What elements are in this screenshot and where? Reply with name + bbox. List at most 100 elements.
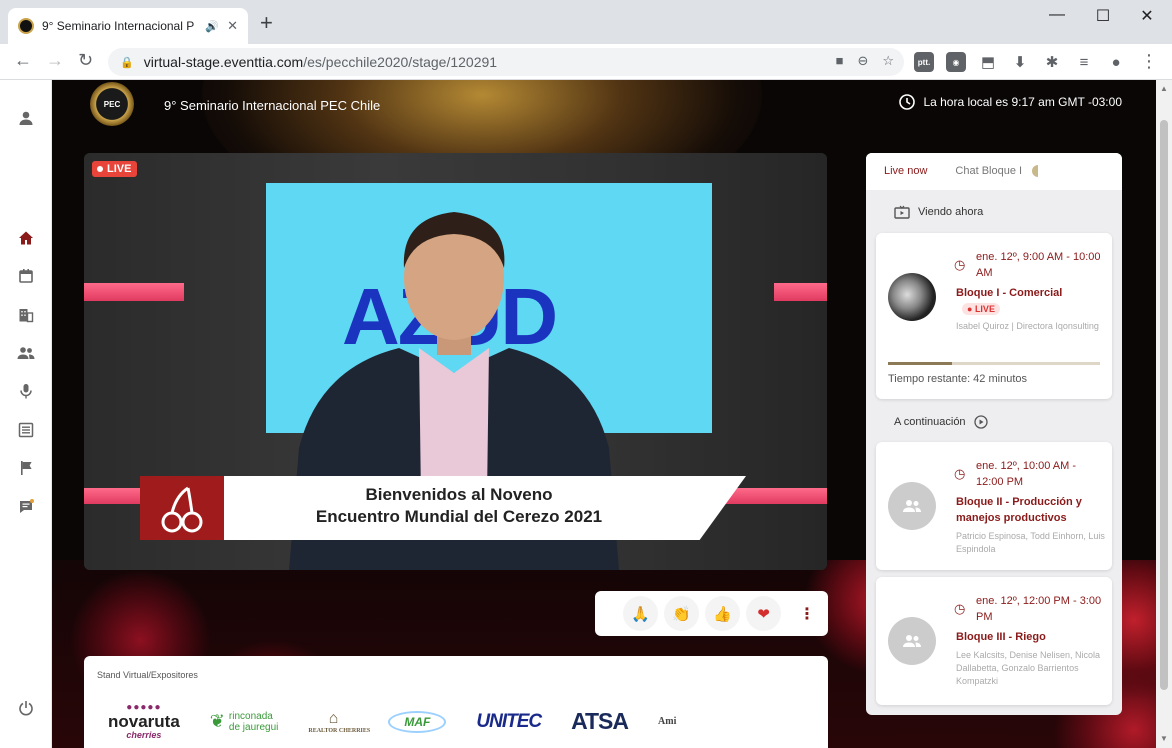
exhibitor-logo-rinconada[interactable]: ❦ rinconada de jauregui — [210, 711, 279, 733]
session-speakers: Isabel Quiroz | Directora Iqonsulting — [956, 321, 1099, 331]
building-icon[interactable] — [16, 305, 36, 325]
home-icon[interactable] — [16, 228, 36, 248]
list-icon[interactable] — [16, 420, 36, 440]
play-circle-icon — [973, 415, 988, 429]
local-time: La hora local es 9:17 am GMT -03:00 — [899, 94, 1122, 110]
page: PEC 9° Seminario Internacional PEC Chile… — [0, 80, 1172, 748]
new-tab-icon[interactable]: + — [260, 12, 273, 34]
puzzle-icon[interactable]: ✱ — [1042, 52, 1062, 72]
studio-light-bar — [84, 283, 184, 301]
next-heading: A continuación — [894, 415, 988, 429]
people-icon[interactable] — [16, 343, 36, 363]
browser-menu-icon[interactable]: ⋮ — [1140, 51, 1158, 72]
scrollbar-thumb[interactable] — [1160, 120, 1168, 690]
exhibitor-logo-ami[interactable]: Ami — [658, 716, 676, 727]
rinconada-text: rinconada — [228, 710, 273, 722]
tab-title: 9° Seminario Internacional P — [42, 19, 195, 33]
exhibitor-logo-realtor[interactable]: ⌂ REALTOR CHERRIES — [308, 709, 370, 734]
panel-tabs: Live now Chat Bloque I — [866, 153, 1122, 190]
session-progress-fill — [888, 362, 952, 365]
maximize-icon[interactable]: ☐ — [1080, 6, 1126, 26]
profile-icon[interactable]: ● — [1106, 52, 1126, 72]
session-live-label: LIVE — [974, 304, 995, 314]
power-icon[interactable] — [16, 698, 36, 718]
clock-icon: ◷ — [954, 601, 966, 616]
session-speakers: Lee Kalcsits, Denise Nelisen, Nicola Dal… — [956, 650, 1101, 686]
live-label: LIVE — [107, 163, 132, 175]
session-progress-bar — [888, 362, 1100, 365]
clock-icon: ◷ — [954, 466, 966, 481]
pray-reaction-button[interactable]: 🙏 — [623, 596, 658, 631]
building-icon: ⌂ — [328, 709, 339, 727]
profile-icon[interactable] — [16, 108, 36, 128]
session-title: Bloque III - Riego — [956, 631, 1046, 643]
jauregui-text: de jauregui — [228, 721, 279, 733]
cherry-logo — [140, 476, 224, 540]
speaker-avatar-placeholder — [888, 617, 936, 665]
speaker-avatar-placeholder — [888, 482, 936, 530]
browser-titlebar: 9° Seminario Internacional P 🔊 ✕ + — ☐ ✕ — [0, 0, 1172, 44]
tab-chat-bloque[interactable]: Chat Bloque I — [937, 153, 1032, 190]
clock-icon: ◷ — [954, 257, 966, 272]
session-card-current[interactable]: ◷ ene. 12º, 9:00 AM - 10:00 AM Bloque I … — [876, 233, 1112, 399]
chat-icon[interactable] — [16, 497, 36, 517]
exhibitor-logo-atsa[interactable]: ATSA — [571, 708, 629, 735]
thumbs-up-reaction-button[interactable]: 👍 — [705, 596, 740, 631]
cherry-icon — [161, 486, 203, 533]
url-host: virtual-stage.eventtia.com — [143, 54, 304, 70]
exhibitor-logo-unitec[interactable]: UNITEC — [476, 711, 542, 733]
camera-icon[interactable]: ■ — [836, 53, 844, 69]
page-scrollbar[interactable]: ▲ ▼ — [1156, 80, 1172, 748]
live-dot-icon — [97, 166, 103, 172]
ptt-extension-icon[interactable]: ptt. — [914, 52, 934, 72]
forward-icon[interactable]: → — [46, 50, 64, 71]
browser-toolbar: ← → ↻ 🔒 virtual-stage.eventtia.com/es/pe… — [0, 44, 1172, 80]
exhibitor-logo-maf[interactable]: MAF — [388, 710, 447, 733]
clap-reaction-button[interactable]: 👏 — [664, 596, 699, 631]
session-card-upcoming[interactable]: ◷ ene. 12º, 12:00 PM - 3:00 PM Bloque II… — [876, 577, 1112, 705]
now-heading: Viendo ahora — [894, 205, 983, 219]
reload-icon[interactable]: ↻ — [78, 50, 93, 71]
session-time: ene. 12º, 10:00 AM - 12:00 PM — [976, 460, 1077, 488]
video-player[interactable]: AZUD LIVE Bienvenidos al Noveno Encuentr… — [84, 153, 827, 570]
download-icon[interactable]: ⬇ — [1010, 52, 1030, 72]
back-icon[interactable]: ← — [14, 50, 32, 71]
heart-reaction-button[interactable]: ❤ — [746, 596, 781, 631]
audio-playing-icon[interactable]: 🔊 — [205, 20, 219, 33]
exhibitors-panel: Stand Virtual/Expositores ●●●●● novaruta… — [84, 656, 828, 748]
calendar-icon[interactable] — [16, 266, 36, 286]
lower-third-line1: Bienvenidos al Noveno — [365, 485, 553, 504]
media-control-icon[interactable]: ≡ — [1074, 52, 1094, 72]
session-title: Bloque II - Producción y manejos product… — [956, 496, 1082, 524]
agenda-panel: Live now Chat Bloque I Viendo ahora ◷ en… — [866, 153, 1122, 715]
flag-icon[interactable] — [16, 458, 36, 478]
event-title: 9° Seminario Internacional PEC Chile — [164, 98, 381, 113]
lower-third-line2: Encuentro Mundial del Cerezo 2021 — [315, 507, 603, 526]
session-live-badge: ● LIVE — [962, 303, 1000, 315]
url-path: /es/pecchile2020/stage/120291 — [303, 54, 498, 70]
more-options-icon[interactable]: ⋮ — [799, 604, 815, 624]
session-card-upcoming[interactable]: ◷ ene. 12º, 10:00 AM - 12:00 PM Bloque I… — [876, 442, 1112, 570]
live-badge: LIVE — [92, 161, 138, 177]
leaf-icon: ❦ — [209, 711, 225, 731]
zoom-icon[interactable]: ⊖ — [857, 53, 868, 69]
close-tab-icon[interactable]: ✕ — [227, 18, 238, 34]
browser-tab[interactable]: 9° Seminario Internacional P 🔊 ✕ — [8, 8, 248, 44]
microphone-icon[interactable] — [16, 381, 36, 401]
address-bar[interactable]: 🔒 virtual-stage.eventtia.com/es/pecchile… — [108, 48, 904, 76]
now-heading-text: Viendo ahora — [918, 206, 984, 218]
scroll-down-icon[interactable]: ▼ — [1160, 734, 1168, 743]
bookmark-star-icon[interactable]: ☆ — [882, 53, 894, 69]
reactions-bar: 🙏 👏 👍 ❤ ⋮ — [595, 591, 828, 636]
extension-icon[interactable]: ◉ — [946, 52, 966, 72]
tab-live-now[interactable]: Live now — [866, 153, 938, 190]
minimize-icon[interactable]: — — [1034, 6, 1080, 24]
extension-icon[interactable]: ⬒ — [978, 52, 998, 72]
lock-icon: 🔒 — [120, 56, 134, 69]
session-title: Bloque I - Comercial — [956, 287, 1063, 299]
site-favicon-icon — [18, 18, 34, 34]
window-close-icon[interactable]: ✕ — [1124, 6, 1170, 26]
clock-icon — [899, 94, 916, 110]
scroll-up-icon[interactable]: ▲ — [1160, 84, 1168, 93]
exhibitor-logo-novaruta[interactable]: ●●●●● novaruta cherries — [108, 702, 180, 741]
